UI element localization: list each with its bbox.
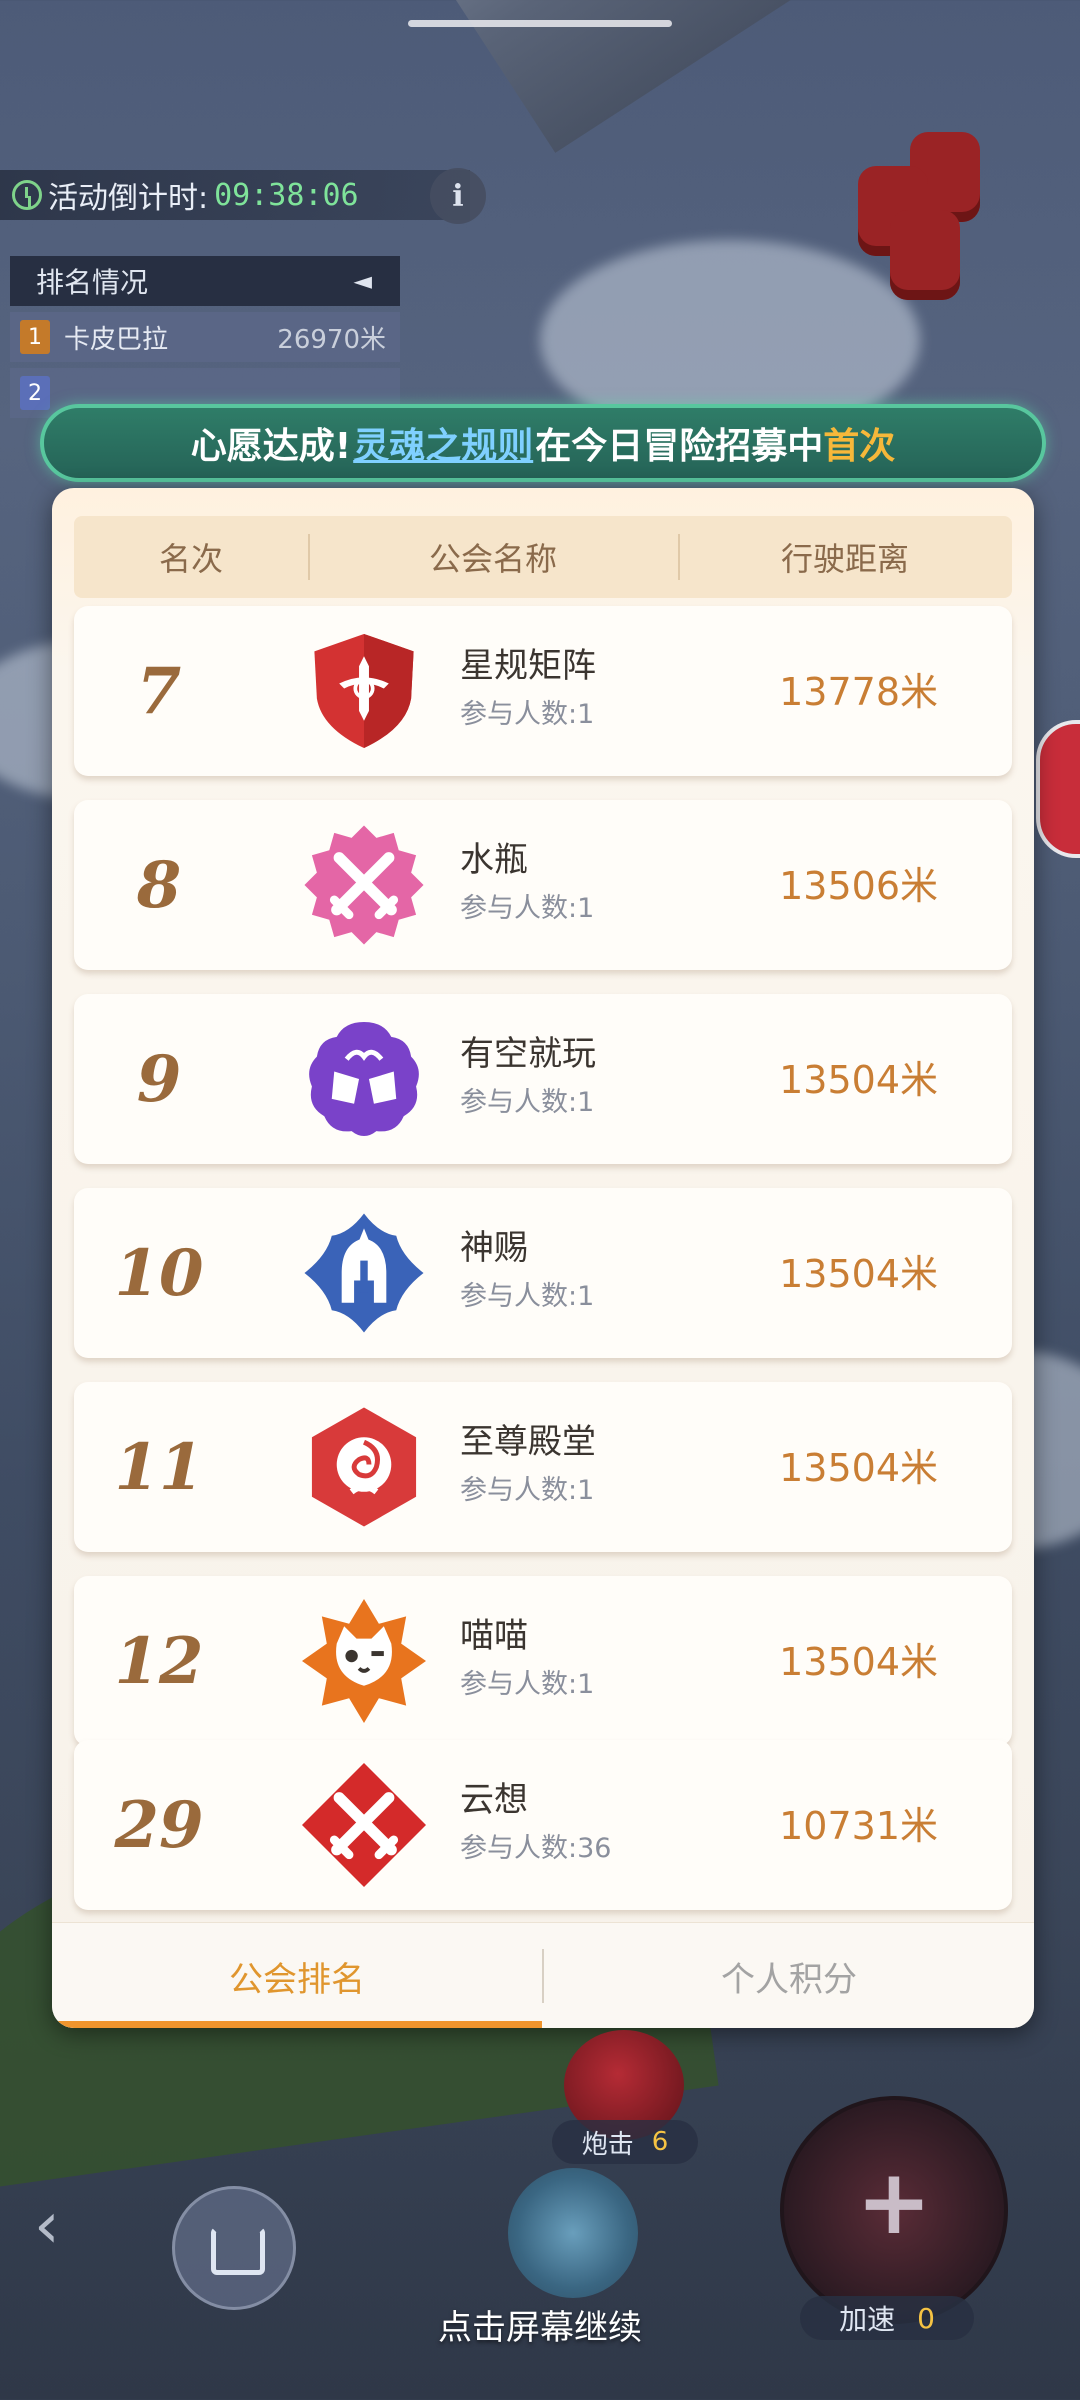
ranking-panel-distance: 26970米 [277,324,386,355]
row-rank: 10 [114,1235,204,1311]
banner-highlight: 首次 [823,426,896,467]
ranking-panel-name: 卡皮巴拉 [64,324,169,355]
guild-ranking-modal: 名次 公会名称 行驶距离 7 星规矩阵 参与人数:1 13778米 8 水瓶 参… [52,488,1034,2028]
guild-name: 喵喵 [460,1616,528,1656]
cannon-count: 6 [651,2127,669,2157]
member-count: 参与人数:1 [460,1087,595,1118]
crossed-swords-emblem-icon [302,1763,426,1887]
guild-name: 水瓶 [460,840,528,880]
distance: 10731米 [779,1804,938,1848]
member-count: 参与人数:1 [460,893,595,924]
banner-link[interactable]: 灵魂之规则 [353,417,533,469]
tap-to-continue-hint[interactable]: 点击屏幕继续 [0,2300,1080,2349]
activity-countdown: 活动倒计时: 09:38:06 [0,170,470,220]
ranking-panel-title: 排名情况 [36,266,149,299]
clock-icon [12,180,42,210]
row-rank: 29 [114,1787,204,1863]
table-row[interactable]: 12 喵喵 参与人数:1 13504米 [74,1576,1012,1746]
rank-badge: 1 [20,320,50,354]
table-row[interactable]: 9 有空就玩 参与人数:1 13504米 [74,994,1012,1164]
distance: 13506米 [779,864,938,908]
guild-name: 云想 [460,1780,528,1820]
cheers-mugs-emblem-icon [309,1021,419,1137]
side-avatar[interactable] [1036,720,1080,858]
table-row[interactable]: 8 水瓶 参与人数:1 13506米 [74,800,1012,970]
distance: 13504米 [779,1058,938,1102]
ranking-panel-row: 1 卡皮巴拉 26970米 [10,312,400,362]
cannon-label: 炮击 [581,2129,634,2160]
back-arrow-icon[interactable]: ‹ [34,2194,94,2258]
wish-fulfilled-banner: 心愿达成! 灵魂之规则 在今日冒险招募中 首次 [40,404,1046,482]
guild-name: 神赐 [460,1228,528,1268]
distance: 13504米 [779,1640,938,1684]
cannon-counter: 炮击 6 [552,2120,698,2164]
table-row[interactable]: 11 至尊殿堂 参与人数:1 13504米 [74,1382,1012,1552]
table-row[interactable]: 7 星规矩阵 参与人数:1 13778米 [74,606,1012,776]
header-distance: 行驶距离 [678,516,1012,598]
shield-sword-emblem-icon [314,633,414,749]
row-rank: 7 [136,653,182,729]
guild-name: 至尊殿堂 [460,1422,596,1462]
rank-badge: 2 [20,376,50,410]
member-count: 参与人数:36 [460,1833,612,1864]
guild-name: 星规矩阵 [460,646,596,686]
countdown-time: 09:38:06 [214,177,359,213]
banner-middle: 在今日冒险招募中 [535,426,824,467]
row-rank: 11 [114,1429,204,1505]
header-guild-name: 公会名称 [308,516,678,598]
ranking-panel-header[interactable]: 排名情况 ◄ [10,256,400,306]
banner-prefix: 心愿达成! [190,426,352,467]
member-count: 参与人数:1 [460,699,595,730]
plus-icon: + [856,2150,932,2255]
home-button[interactable] [172,2186,296,2310]
info-icon: i [452,178,464,214]
guild-name: 有空就玩 [460,1034,596,1074]
table-row[interactable]: 29 云想 参与人数:36 10731米 [74,1740,1012,1910]
tab-guild-ranking[interactable]: 公会排名 [52,1923,542,2028]
header-rank: 名次 [158,540,223,578]
propeller-icon[interactable] [508,2168,638,2298]
collapse-arrow-icon[interactable]: ◄ [354,267,372,295]
distance: 13778米 [779,670,938,714]
table-row[interactable]: 10 神赐 参与人数:1 13504米 [74,1188,1012,1358]
ranking-tabs: 公会排名 个人积分 [52,1922,1034,2028]
tab-personal-points[interactable]: 个人积分 [544,1923,1034,2028]
member-count: 参与人数:1 [460,1475,595,1506]
member-count: 参与人数:1 [460,1669,595,1700]
rose-emblem-icon [311,1407,417,1527]
ranking-panel: 排名情况 ◄ 1 卡皮巴拉 26970米 2 [10,256,400,418]
row-rank: 8 [136,847,182,923]
info-button[interactable]: i [430,168,486,224]
distance: 13504米 [779,1252,938,1296]
boost-button[interactable]: + [780,2096,1008,2324]
table-header: 名次 公会名称 行驶距离 [74,516,1012,598]
member-count: 参与人数:1 [460,1281,595,1312]
spartan-helmet-emblem-icon [304,1213,424,1333]
row-rank: 9 [136,1041,182,1117]
cat-emblem-icon [302,1599,426,1723]
distance: 13504米 [779,1446,938,1490]
background-barrel [890,210,960,300]
drag-handle[interactable] [408,20,672,27]
crossed-swords-emblem-icon [304,825,424,945]
countdown-label: 活动倒计时: [48,181,209,216]
row-rank: 12 [114,1623,204,1699]
